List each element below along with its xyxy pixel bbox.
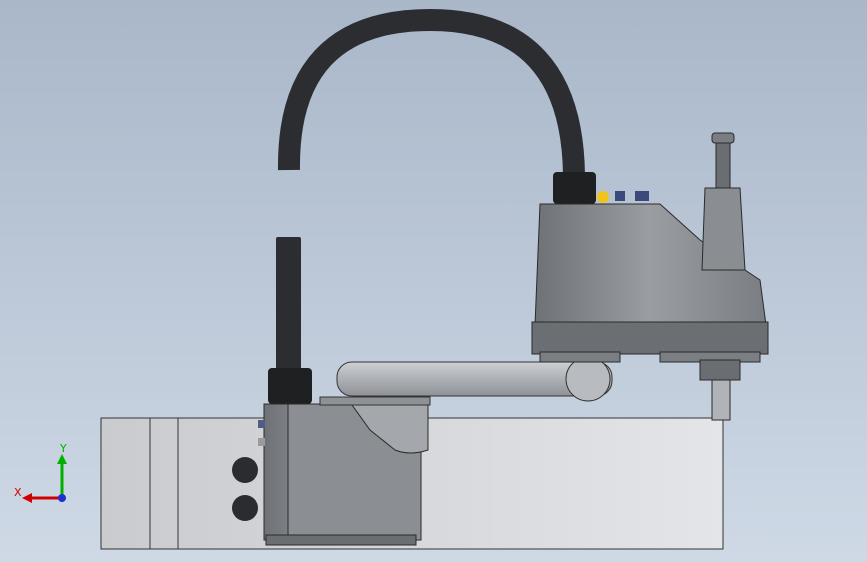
arm-link-1	[319, 356, 613, 406]
z-axis-icon	[58, 494, 66, 502]
x-axis-label: X	[14, 486, 22, 499]
status-light-icon	[597, 191, 609, 203]
cad-viewport[interactable]: Y X	[0, 0, 867, 562]
robot-model-view[interactable]	[0, 0, 867, 562]
connector-top	[232, 457, 258, 483]
y-axis-label: Y	[59, 442, 67, 455]
coordinate-triad: Y X	[14, 442, 67, 503]
connector-bottom	[232, 495, 258, 521]
